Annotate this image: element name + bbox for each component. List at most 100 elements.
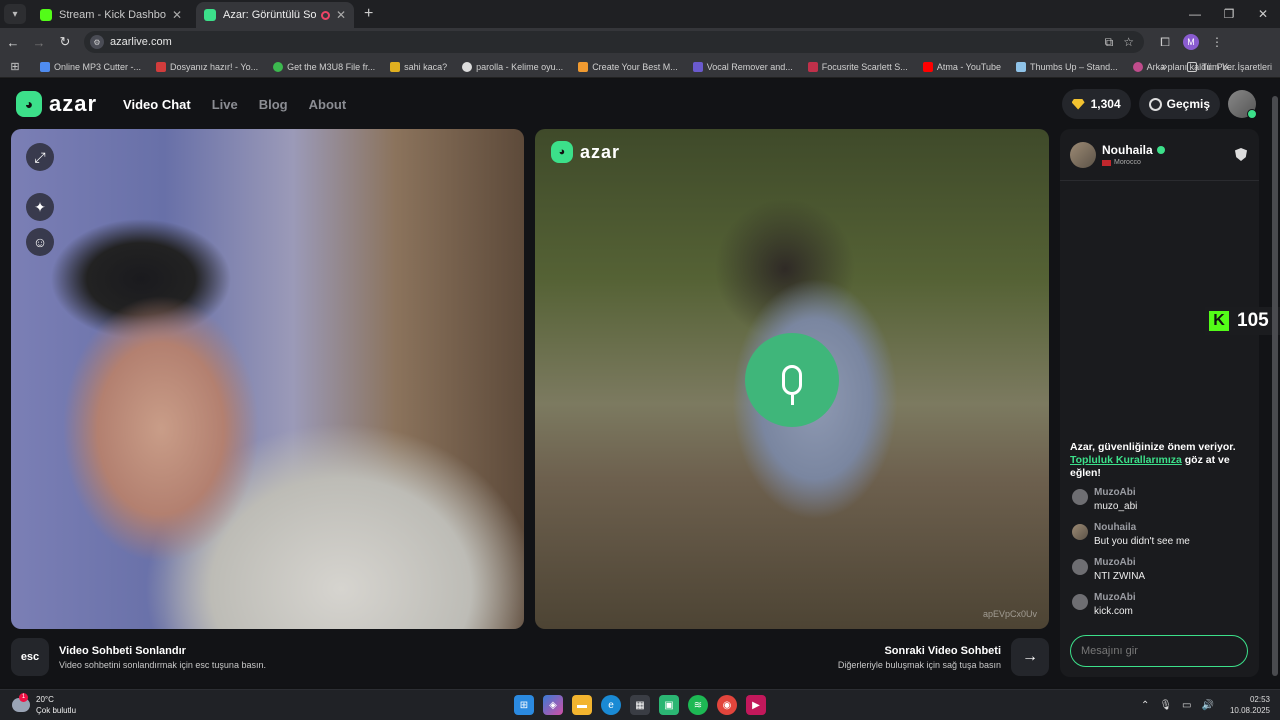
menu-live[interactable]: Live [212, 97, 238, 112]
profile-avatar[interactable]: M [1183, 34, 1199, 50]
edge-icon[interactable]: e [601, 695, 621, 715]
kick-app-icon[interactable]: ▣ [659, 695, 679, 715]
spotify-icon[interactable]: ≋ [688, 695, 708, 715]
bookmark-favicon-icon [40, 61, 50, 72]
menu-video-chat[interactable]: Video Chat [123, 97, 191, 112]
gems-button[interactable]: 1,304 [1061, 89, 1131, 119]
bookmark-item[interactable]: Get the M3U8 File fr... [273, 61, 375, 72]
community-rules-link[interactable]: Topluluk Kurallarımıza [1070, 454, 1182, 466]
tab-search-button[interactable]: ▾ [4, 4, 26, 24]
azar-logo[interactable]: ◕ azar [16, 91, 97, 117]
chat-message: MuzoAbi NTI ZWINA [1072, 557, 1252, 582]
logo-text: azar [580, 141, 621, 162]
bookmark-item[interactable]: Vocal Remover and... [692, 61, 793, 72]
system-tray: ⌃ 🎙 ▭ 🔊 02:53 10.08.2025 [1141, 694, 1270, 716]
microphone-tray-icon[interactable]: 🎙 [1159, 700, 1172, 711]
microphone-button[interactable] [745, 333, 839, 427]
bookmark-item[interactable]: Atma - YouTube [922, 61, 1001, 72]
safety-notice: Azar, güvenliğinize önem veriyor. Toplul… [1070, 441, 1236, 479]
emoji-face-icon[interactable]: ☺ [26, 228, 54, 256]
esc-key-button[interactable]: esc [11, 638, 49, 676]
gem-icon [1071, 98, 1085, 110]
apps-grid-icon[interactable]: ⊞ [0, 60, 30, 73]
tab-azar[interactable]: Azar: Görüntülü Sohbet, Ar ✕ [196, 2, 354, 28]
tab-title: Azar: Görüntülü Sohbet, Ar [223, 9, 317, 21]
kick-favicon-icon [40, 9, 52, 21]
kick-logo-icon: K [1209, 311, 1229, 331]
folder-icon [1187, 62, 1198, 72]
windows-start-icon[interactable]: ⊞ [514, 695, 534, 715]
page-scrollbar[interactable] [1272, 84, 1278, 684]
bookmark-item[interactable]: Dosyanız hazır! - Yo... [156, 61, 258, 72]
weather-badge: 1 [19, 693, 28, 702]
message-avatar [1072, 559, 1088, 575]
history-button[interactable]: Geçmiş [1138, 89, 1220, 119]
menu-blog[interactable]: Blog [259, 97, 288, 112]
file-explorer-icon[interactable]: ▬ [572, 695, 592, 715]
bookmark-favicon-icon [1016, 61, 1027, 72]
address-bar: ← → ↻ ⚙ azarlive.com ⧉ ☆ ⧠ M ⋮ [0, 28, 1280, 56]
chrome-icon[interactable]: ◉ [717, 695, 737, 715]
report-shield-icon[interactable] [1235, 148, 1247, 161]
restore-icon[interactable]: ❐ [1212, 7, 1246, 21]
message-input[interactable] [1070, 635, 1248, 667]
back-icon[interactable]: ← [0, 35, 26, 50]
user-avatar[interactable] [1228, 90, 1257, 119]
close-tab-icon[interactable]: ✕ [336, 8, 346, 22]
omnibox[interactable]: ⚙ azarlive.com ⧉ ☆ [84, 31, 1144, 53]
expand-icon[interactable]: ⤢ [26, 143, 54, 171]
forward-icon[interactable]: → [26, 35, 52, 50]
weather-widget[interactable]: 1 20°C Çok bulutlu [12, 693, 76, 716]
clock[interactable]: 02:53 10.08.2025 [1230, 694, 1270, 716]
display-icon[interactable]: ▭ [1182, 700, 1191, 711]
install-app-icon[interactable]: ⧉ [1105, 35, 1114, 50]
bookmark-item[interactable]: Create Your Best M... [578, 61, 678, 72]
bookmark-favicon-icon [390, 61, 401, 72]
volume-icon[interactable]: 🔊 [1202, 700, 1214, 711]
copilot-icon[interactable]: ◈ [543, 695, 563, 715]
reload-icon[interactable]: ↻ [52, 34, 78, 50]
all-bookmarks-folder[interactable]: Tüm Yer İşaretleri [1187, 62, 1272, 72]
local-video: ⤢ ✦ ☺ [11, 129, 524, 629]
gems-count: 1,304 [1090, 97, 1121, 111]
minimize-icon[interactable]: — [1178, 7, 1212, 21]
chat-message: MuzoAbi muzo_abi [1072, 487, 1252, 512]
bookmark-star-icon[interactable]: ☆ [1123, 35, 1134, 49]
history-label: Geçmiş [1166, 97, 1210, 111]
bookmark-item[interactable]: sahi kaca? [390, 61, 447, 72]
date: 10.08.2025 [1229, 706, 1270, 715]
next-arrow-button[interactable]: → [1011, 638, 1049, 676]
menu-kebab-icon[interactable]: ⋮ [1204, 35, 1230, 49]
microphone-icon [782, 365, 802, 405]
close-window-icon[interactable]: ✕ [1246, 7, 1280, 21]
cloud-icon: 1 [12, 693, 30, 712]
bookmark-item[interactable]: Focusrite Scarlett S... [807, 61, 908, 72]
scrollbar-thumb[interactable] [1272, 96, 1278, 676]
end-chat-title: Video Sohbeti Sonlandır [59, 644, 186, 657]
tab-title: Stream - Kick Dashboard [59, 9, 166, 21]
tab-kick-dashboard[interactable]: Stream - Kick Dashboard ✕ [32, 2, 190, 28]
next-chat-desc: Diğerleriyle buluşmak için sağ tuşa bası… [837, 659, 1001, 670]
media-player-icon[interactable]: ▶ [746, 695, 766, 715]
extensions-icon[interactable]: ⧠ [1152, 35, 1178, 50]
close-tab-icon[interactable]: ✕ [172, 8, 182, 22]
more-bookmarks-icon[interactable]: » [1161, 61, 1167, 73]
bookmark-item[interactable]: Thumbs Up – Stand... [1016, 61, 1118, 72]
clock-icon [1148, 97, 1162, 111]
bookmark-item[interactable]: parolla - Kelime oyu... [462, 61, 563, 72]
url-text[interactable]: azarlive.com [110, 36, 172, 48]
chevron-up-icon[interactable]: ⌃ [1141, 700, 1149, 711]
bookmark-item[interactable]: Online MP3 Cutter -... [40, 61, 141, 72]
recording-icon [320, 10, 330, 20]
effects-sparkle-icon[interactable]: ✦ [26, 193, 54, 221]
new-tab-button[interactable]: + [364, 5, 373, 23]
store-icon[interactable]: ▦ [630, 695, 650, 715]
site-info-icon[interactable]: ⚙ [90, 35, 104, 49]
menu-about[interactable]: About [309, 97, 347, 112]
partner-avatar[interactable] [1070, 141, 1096, 168]
bookmark-favicon-icon [273, 61, 284, 72]
end-chat-desc: Video sohbetini sonlandırmak için esc tu… [59, 659, 266, 670]
main-menu: Video Chat Live Blog About [123, 97, 367, 112]
bookmark-favicon-icon [462, 61, 473, 72]
browser-tabbar: ▾ Stream - Kick Dashboard ✕ Azar: Görünt… [0, 0, 1280, 28]
